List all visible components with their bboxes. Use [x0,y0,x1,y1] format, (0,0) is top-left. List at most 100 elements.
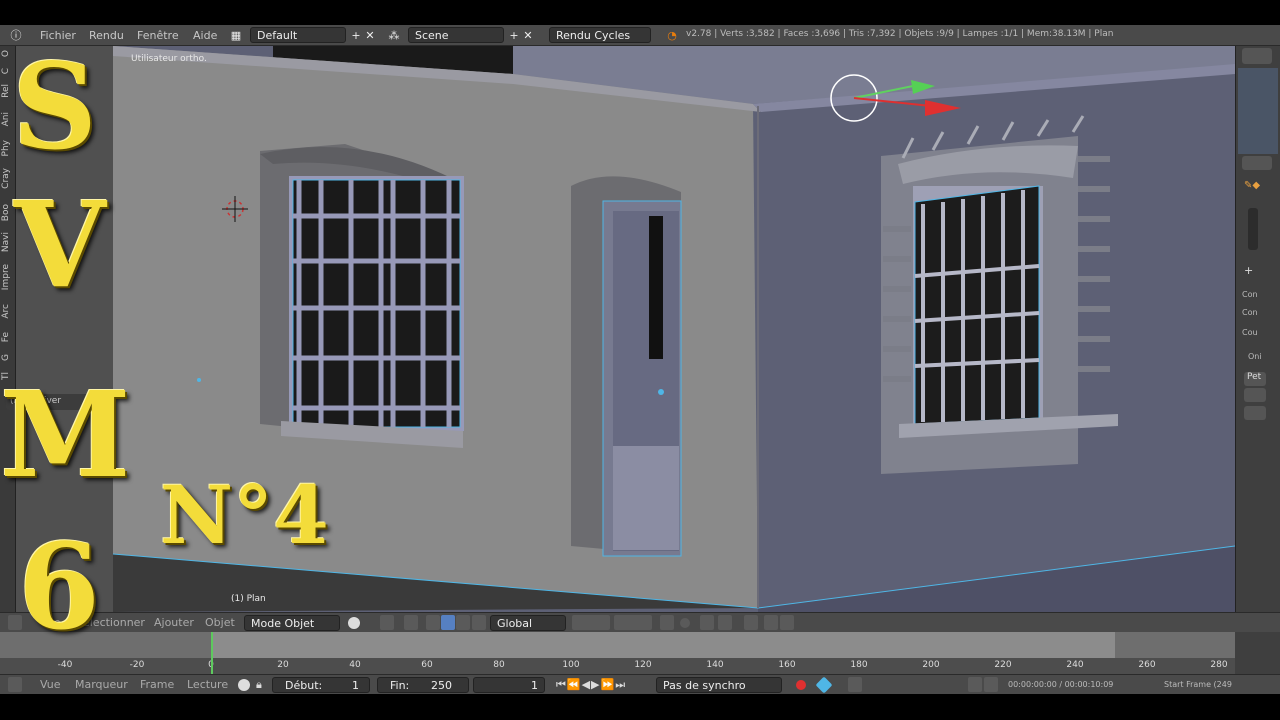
status-start-frame: Start Frame (249 [1164,680,1232,689]
tick: 280 [1210,660,1228,670]
overlay-letter-m: M [0,365,131,504]
menu-fenetre[interactable]: Fenêtre [129,29,187,42]
snap-element-icon[interactable] [718,615,732,630]
properties-editor-icon[interactable] [1242,156,1272,170]
outliner-mini [1238,68,1278,154]
tab-boo[interactable]: Boo [1,204,15,221]
snap-target-icon[interactable] [744,615,758,630]
tab-navi[interactable]: Navi [1,232,15,252]
panel-con-2[interactable]: Con [1242,308,1278,317]
transform-manipulator-icon[interactable] [426,615,440,630]
panel-pet-button[interactable]: Pet [1244,372,1266,386]
snap-toggle-icon[interactable] [700,615,714,630]
menu-frame[interactable]: Frame [140,678,174,691]
sync-mode-select[interactable]: Pas de synchro [656,677,782,693]
scene-field[interactable]: Scene [408,27,504,43]
end-label: Fin: [390,678,410,692]
tick: 40 [349,660,361,670]
manipulator-toggle-icon[interactable] [404,615,418,630]
view-type-label: Utilisateur ortho. [131,54,207,64]
viewport-shading-icon[interactable] [348,617,360,629]
tick: 220 [994,660,1012,670]
tab-fe[interactable]: Fe [1,332,15,342]
layers-grid-1[interactable] [572,615,610,630]
start-label: Début: [285,678,323,692]
properties-panel: ✎◆ + Con Con Cou Oni Pet [1235,46,1280,612]
end-value: 250 [431,678,452,692]
tick: -40 [57,660,73,670]
scale-manipulator-icon[interactable] [472,615,486,630]
layers-grid-2[interactable] [614,615,652,630]
remove-scene-icon[interactable]: ✕ [520,27,536,43]
close-timeline-icon[interactable] [984,677,998,692]
editor-type-icon[interactable] [1242,48,1272,64]
tick: 20 [277,660,289,670]
tick: 140 [706,660,724,670]
render-anim-icon[interactable] [780,615,794,630]
overlay-letter-6: 6 [18,517,101,656]
tab-g[interactable]: G [1,354,15,361]
tools-icon[interactable]: ✎◆ [1244,180,1272,194]
auto-keying-icon[interactable] [848,677,862,692]
interaction-mode-select[interactable]: Mode Objet [244,615,340,631]
shading-icon[interactable] [1244,406,1266,420]
menu-lecture[interactable]: Lecture [187,678,228,691]
tick: -20 [129,660,145,670]
tick: 80 [493,660,505,670]
tick: 60 [421,660,433,670]
menu-ajouter[interactable]: Ajouter [154,616,194,629]
overlay-letter-v: V [14,175,106,314]
tick: 180 [850,660,868,670]
active-object-label: (1) Plan [231,594,266,604]
timeline-side [1235,632,1280,674]
material-preview-icon[interactable] [1244,388,1266,402]
render-engine-select[interactable]: Rendu Cycles [549,27,651,43]
keying-set-icon[interactable] [815,676,833,694]
add-icon[interactable]: + [1244,264,1266,278]
scene-icon[interactable]: ⁂ [386,27,402,43]
screen-layout-field[interactable]: Default [250,27,346,43]
proportional-edit-icon[interactable] [680,618,690,628]
start-value: 1 [352,678,359,692]
jump-keyframe-icon[interactable] [968,677,982,692]
overlay-number: N°4 [160,468,329,562]
info-header: ⓘ Fichier Rendu Fenêtre Aide ▦ Default +… [0,25,1280,46]
blender-logo-icon: ◔ [667,28,677,42]
tick: 240 [1066,660,1084,670]
transform-orientation-select[interactable]: Global [490,615,566,631]
timeline-header: Vue Marqueur Frame Lecture 🔒︎ Début: 1 F… [0,674,1280,694]
lock-icon[interactable]: 🔒︎ [256,678,262,692]
frame-ruler[interactable]: -40 -20 0 20 40 60 80 100 120 140 160 18… [0,658,1235,674]
start-frame-field[interactable]: Début: 1 [272,677,370,693]
lock-layers-icon[interactable] [660,615,674,630]
menu-aide[interactable]: Aide [185,29,225,42]
current-frame-cursor[interactable] [211,632,213,674]
menu-vue-timeline[interactable]: Vue [40,678,61,691]
screen-layout-icon[interactable]: ▦ [228,27,244,43]
translate-manipulator-icon[interactable] [441,615,455,630]
overlay-letter-s: S [12,37,98,176]
tab-impre[interactable]: Impre [1,264,15,290]
current-frame-field[interactable]: 1 [473,677,545,693]
panel-cou[interactable]: Cou [1242,328,1278,337]
preview-range-icon[interactable] [238,679,250,691]
scene-stats: v2.78 | Verts :3,582 | Faces :3,696 | Tr… [686,29,1114,39]
playback-controls[interactable]: ⏮⏪◀▶⏩⏭ [556,678,626,692]
panel-oni[interactable]: Oni [1248,352,1280,361]
pivot-point-icon[interactable] [380,615,394,630]
panel-con-1[interactable]: Con [1242,290,1278,299]
menu-marqueur[interactable]: Marqueur [75,678,128,691]
end-frame-field[interactable]: Fin: 250 [377,677,469,693]
timeline-editor-icon[interactable] [8,677,22,692]
remove-layout-icon[interactable]: ✕ [362,27,378,43]
menu-objet[interactable]: Objet [205,616,235,629]
timeline-area[interactable]: -40 -20 0 20 40 60 80 100 120 140 160 18… [0,632,1235,674]
tick: 160 [778,660,796,670]
scroll-handle[interactable] [1248,208,1258,250]
record-icon[interactable] [796,680,806,690]
tab-arc[interactable]: Arc [1,304,15,319]
render-still-icon[interactable] [764,615,778,630]
tick: 100 [562,660,580,670]
frame-range [211,632,1115,658]
rotate-manipulator-icon[interactable] [456,615,470,630]
